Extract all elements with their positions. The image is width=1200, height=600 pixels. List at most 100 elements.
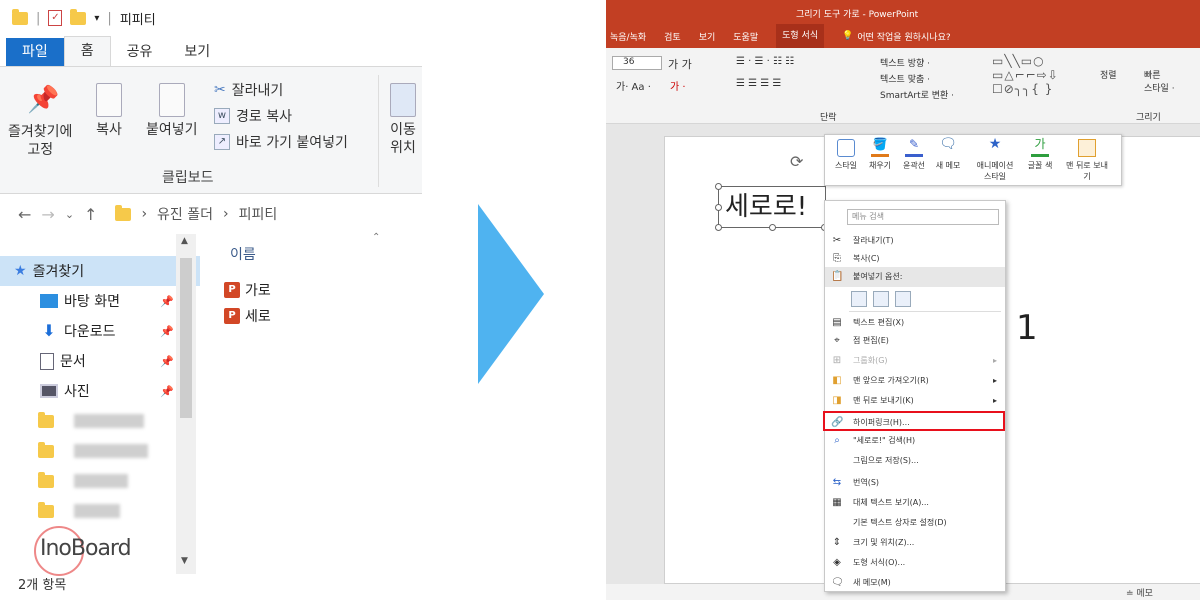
paste-text-only-icon[interactable] [895,291,911,307]
new-comment-button[interactable]: 🗨 새 메모 [933,137,963,171]
copy-button[interactable]: 복사 [96,83,122,139]
paste-button[interactable]: 붙여넣기 [146,83,198,139]
column-header-name[interactable]: 이름 [230,244,256,264]
scroll-down-icon[interactable]: ▼ [181,556,188,566]
forward-icon[interactable]: → [41,205,54,224]
menu-item-alt-text[interactable]: ▦ 대체 텍스트 보기(A)... [825,493,1005,513]
tell-me-box[interactable]: 어떤 작업을 원하시나요? [857,30,950,43]
copy-icon [96,83,122,117]
sort-icon: ⌃ [372,232,381,243]
nav-item-blurred[interactable] [0,466,200,496]
align-icon[interactable]: ☰ ☰ ☰ ☰ [736,78,781,89]
pin-icon[interactable]: 📌 [160,295,174,308]
move-to-button[interactable]: 이동 위치 [390,83,416,157]
breadcrumb-segment[interactable]: 유진 폴더 [157,204,213,224]
annotation-number: 1 [1016,308,1038,348]
menu-item-copy[interactable]: ⎘ 복사(C) [825,249,1005,269]
clear-format-icon[interactable]: 가· Aa · [616,78,651,93]
style-button[interactable]: 스타일 [831,139,861,171]
format-shape-icon: ◈ [833,557,841,568]
menu-item-translate[interactable]: ⇆ 번역(S) [825,473,1005,493]
tab-shape-format[interactable]: 도형 서식 [776,24,825,48]
tab-record[interactable]: 녹음/녹화 [610,30,646,43]
tab-view[interactable]: 보기 [168,38,226,66]
menu-item-size-position[interactable]: ⇕ 크기 및 위치(Z)... [825,533,1005,553]
pin-to-quick-access-button[interactable]: 📌 즐겨찾기에 고정 [8,85,72,159]
animation-style-button[interactable]: ★ 애니메이션 스타일 [975,137,1015,182]
cut-button[interactable]: ✂ 잘라내기 [214,77,348,103]
file-item[interactable]: P 세로 [224,306,271,326]
tab-share[interactable]: 공유 [111,38,169,66]
tab-file[interactable]: 파일 [6,38,64,66]
outline-button[interactable]: ✎ 윤곽선 [899,138,929,171]
menu-item-bring-to-front[interactable]: ◧ 맨 앞으로 가져오기(R) ▸ [825,371,1005,391]
menu-item-hyperlink[interactable]: 🔗 하이퍼링크(H)... [823,411,1005,431]
back-icon[interactable]: ← [18,205,31,224]
resize-handle[interactable] [715,183,722,190]
pin-icon[interactable]: 📌 [160,355,174,368]
menu-item-group[interactable]: ⊞ 그룹화(G) ▸ [825,351,1005,371]
paste-shortcut-button[interactable]: ↗ 바로 가기 붙여넣기 [214,129,348,155]
menu-item-format-shape[interactable]: ◈ 도형 서식(O)... [825,553,1005,573]
properties-icon[interactable]: ✓ [48,10,63,26]
nav-item-blurred[interactable] [0,436,200,466]
font-color-icon[interactable]: 가 · [670,78,686,93]
menu-item-search[interactable]: ⌕ "세로로!" 검색(H) [825,431,1005,451]
menu-item-new-comment[interactable]: 🗨 새 메모(M) [825,573,1005,593]
slide-textbox[interactable]: 세로로! [715,183,828,231]
alt-text-icon: ▦ [832,497,842,508]
context-menu: 메뉴 검색 ✂ 잘라내기(T) ⎘ 복사(C) 📋 붙여넣기 옵션: ▤ 텍스트 편집(… [823,200,1006,593]
font-color-button[interactable]: 가 글꼴 색 [1025,138,1055,171]
up-icon[interactable]: ↑ [84,205,97,224]
font-size-box[interactable]: 36 [612,56,662,70]
rotate-handle-icon[interactable]: ⟳ [790,152,803,171]
quick-styles-button[interactable]: 빠른 스타일 · [1144,68,1175,94]
shapes-gallery[interactable]: ▭╲╲▭○ ▭△⌐⌐⇨⇩ ☐⊘╮╮{ } [992,54,1059,96]
text-direction-button[interactable]: 텍스트 방향 · [880,56,930,69]
menu-item-cut[interactable]: ✂ 잘라내기(T) [825,231,1005,251]
file-item[interactable]: P 가로 [224,280,271,300]
file-explorer-window: | ✓ ▾ | 피피티 파일 홈 공유 보기 📌 즐겨찾기에 고정 복사 붙여넣… [0,0,422,600]
nav-item-blurred[interactable] [0,406,200,436]
menu-item-edit-points[interactable]: ⌖ 점 편집(E) [825,331,1005,351]
nav-quick-access[interactable]: ★ 즐겨찾기 [0,256,200,286]
font-grow-icon[interactable]: 가 가 [668,56,692,72]
paste-picture-icon[interactable] [873,291,889,307]
bullets-icon[interactable]: ☰ · ☰ · ☷ ☷ [736,56,794,67]
nav-item-desktop[interactable]: 바탕 화면 📌 [0,286,200,316]
tab-review[interactable]: 검토 [664,30,681,43]
resize-handle[interactable] [769,224,776,231]
tab-view[interactable]: 보기 [699,30,716,43]
pin-icon[interactable]: 📌 [160,325,174,338]
outline-pen-icon: ✎ [905,138,923,157]
smartart-button[interactable]: SmartArt로 변환 · [880,88,954,101]
dropdown-icon[interactable]: ▾ [94,13,99,24]
resize-handle[interactable] [715,204,722,211]
paste-keep-source-icon[interactable] [851,291,867,307]
pin-icon[interactable]: 📌 [160,385,174,398]
notes-button[interactable]: ≐ 메모 [1126,586,1153,599]
align-text-button[interactable]: 텍스트 맞춤 · [880,72,930,85]
nav-scrollbar[interactable]: ▲ ▼ [176,234,196,574]
new-folder-icon[interactable] [70,8,87,25]
breadcrumb-segment[interactable]: 피피티 [239,204,278,224]
menu-item-edit-text[interactable]: ▤ 텍스트 편집(X) [825,313,1005,333]
arrange-button[interactable]: 정렬 [1100,68,1117,81]
nav-item-downloads[interactable]: ⬇ 다운로드 📌 [0,316,200,346]
menu-search-input[interactable]: 메뉴 검색 [847,209,999,225]
tab-help[interactable]: 도움말 [733,30,758,43]
nav-item-documents[interactable]: 문서 📌 [0,346,200,376]
fill-button[interactable]: 🪣 채우기 [865,138,895,171]
scroll-thumb[interactable] [180,258,192,418]
tab-home[interactable]: 홈 [63,36,111,66]
recent-locations-icon[interactable]: ⌄ [65,208,74,221]
scroll-up-icon[interactable]: ▲ [181,236,188,246]
send-to-back-button[interactable]: 맨 뒤로 보내기 [1065,139,1109,182]
menu-item-send-to-back[interactable]: ◨ 맨 뒤로 보내기(K) ▸ [825,391,1005,411]
resize-handle[interactable] [715,224,722,231]
menu-item-set-default-textbox[interactable]: 기본 텍스트 상자로 설정(D) [825,513,1005,533]
menu-item-save-as-picture[interactable]: 그림으로 저장(S)... [825,451,1005,471]
nav-item-pictures[interactable]: 사진 📌 [0,376,200,406]
nav-item-blurred[interactable] [0,496,200,526]
copy-path-button[interactable]: w 경로 복사 [214,103,348,129]
